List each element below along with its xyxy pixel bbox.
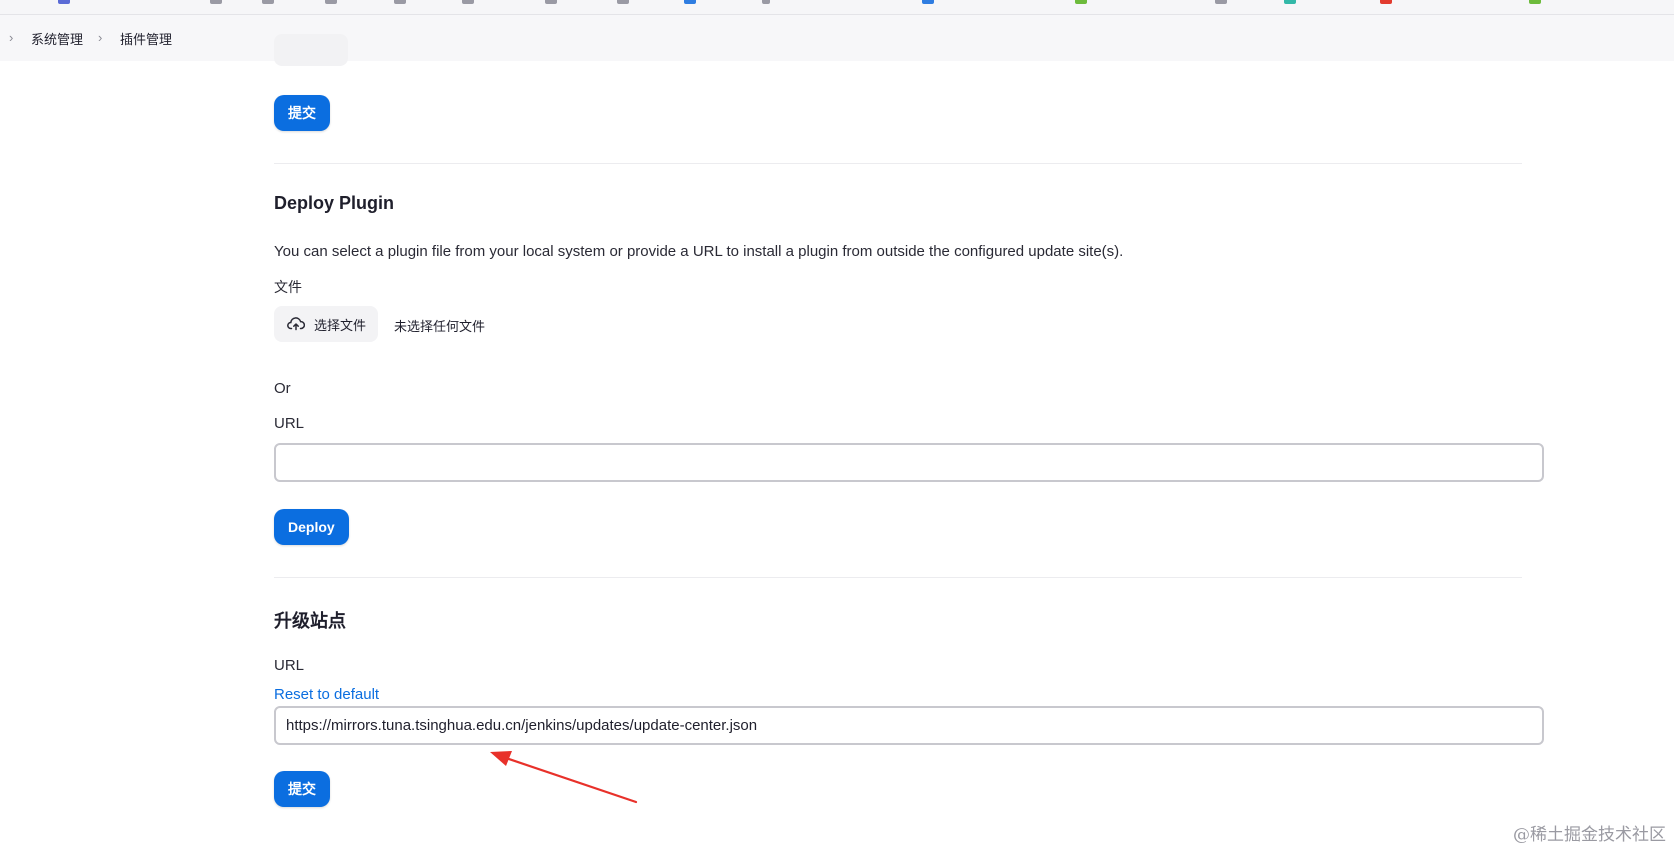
- arrow-head: [490, 751, 512, 766]
- breadcrumb: [0, 15, 1674, 61]
- bookmark-bar: [0, 0, 1674, 15]
- deploy-button[interactable]: Deploy: [274, 509, 349, 545]
- bookmark-icon[interactable]: [617, 0, 629, 4]
- bookmark-icon[interactable]: [210, 0, 222, 4]
- or-label: Or: [274, 380, 291, 397]
- bookmark-icon[interactable]: [684, 0, 696, 4]
- deploy-plugin-title: Deploy Plugin: [274, 193, 395, 213]
- bookmark-icon[interactable]: [1215, 0, 1227, 4]
- chevron-right-icon: ›: [98, 30, 103, 45]
- breadcrumb-item-system-management[interactable]: 系统管理: [31, 29, 83, 48]
- submit-button[interactable]: 提交: [274, 95, 330, 131]
- arrow-shaft: [498, 754, 638, 804]
- file-label: 文件: [274, 279, 302, 295]
- section-divider: [274, 163, 1522, 164]
- chevron-right-icon: ›: [9, 30, 14, 45]
- bookmark-icon[interactable]: [1284, 0, 1296, 4]
- bookmark-icon[interactable]: [394, 0, 406, 4]
- bookmark-icon[interactable]: [1075, 0, 1087, 4]
- bookmark-icon[interactable]: [922, 0, 934, 4]
- breadcrumb-item-plugin-management[interactable]: 插件管理: [120, 29, 172, 48]
- plugin-url-input[interactable]: [274, 443, 1544, 482]
- file-status: 未选择任何文件: [394, 319, 486, 334]
- reset-to-default-link[interactable]: Reset to default: [274, 686, 379, 703]
- bookmark-icon[interactable]: [262, 0, 274, 4]
- bookmark-icon[interactable]: [1529, 0, 1541, 4]
- bookmark-icon[interactable]: [58, 0, 70, 4]
- bookmark-icon[interactable]: [1380, 0, 1392, 4]
- bookmark-icon[interactable]: [545, 0, 557, 4]
- url-label: URL: [274, 415, 305, 432]
- choose-file-label: 选择文件: [314, 317, 367, 333]
- hidden-button[interactable]: [274, 34, 348, 66]
- bookmark-icon[interactable]: [325, 0, 337, 4]
- watermark: @稀土掘金技术社区: [1513, 825, 1666, 845]
- update-site-submit-button[interactable]: 提交: [274, 771, 330, 807]
- update-site-url-input[interactable]: [274, 706, 1544, 745]
- bookmark-icon[interactable]: [462, 0, 474, 4]
- bookmark-icon[interactable]: [762, 0, 770, 4]
- deploy-plugin-description: You can select a plugin file from your l…: [274, 243, 1124, 260]
- section-divider: [274, 577, 1522, 578]
- choose-file-button[interactable]: 选择文件: [274, 306, 378, 342]
- cloud-upload-icon: [287, 317, 305, 331]
- update-site-url-label: URL: [274, 657, 305, 674]
- update-site-title: 升级站点: [274, 611, 346, 631]
